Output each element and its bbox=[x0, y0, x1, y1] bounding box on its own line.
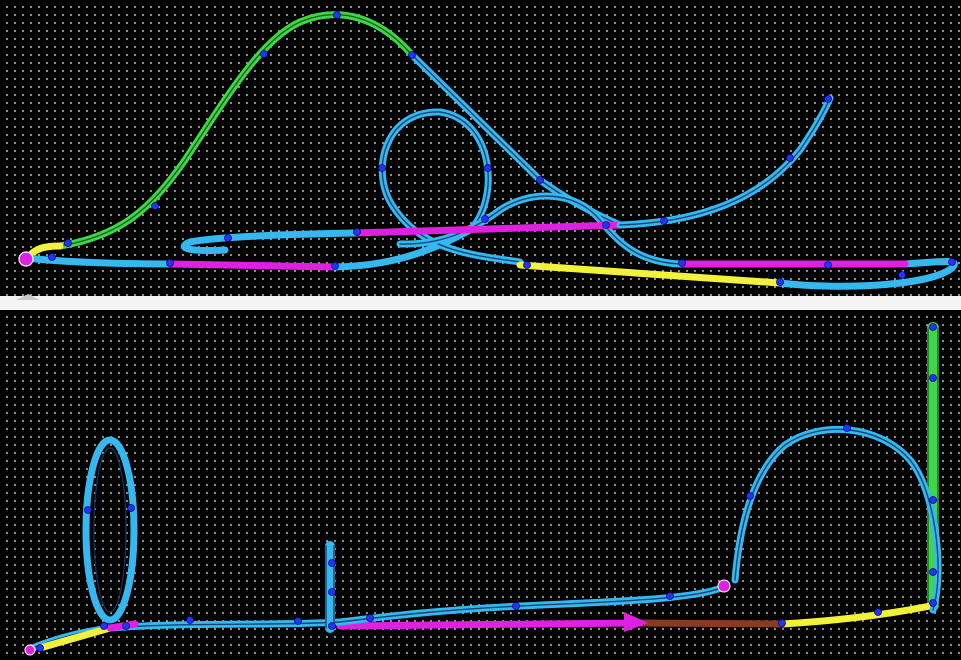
control-points-bottom[interactable] bbox=[36, 323, 937, 652]
control-point-icon[interactable] bbox=[660, 217, 668, 225]
control-point-icon[interactable] bbox=[151, 202, 159, 210]
control-point-icon[interactable] bbox=[333, 11, 341, 19]
control-point-icon[interactable] bbox=[64, 239, 72, 247]
control-point-icon[interactable] bbox=[929, 599, 937, 607]
control-point-icon[interactable] bbox=[929, 374, 937, 382]
control-point-icon[interactable] bbox=[328, 622, 336, 630]
control-point-icon[interactable] bbox=[512, 602, 520, 610]
boost-segment-low[interactable] bbox=[336, 619, 644, 630]
side-view-viewport[interactable] bbox=[0, 0, 961, 296]
control-point-icon[interactable] bbox=[666, 592, 674, 600]
control-point-icon[interactable] bbox=[48, 253, 56, 261]
control-point-icon[interactable] bbox=[929, 323, 937, 331]
control-point-icon[interactable] bbox=[122, 622, 130, 630]
control-point-icon[interactable] bbox=[948, 258, 956, 266]
control-point-icon[interactable] bbox=[602, 221, 610, 229]
control-point-icon[interactable] bbox=[778, 619, 786, 627]
control-point-icon[interactable] bbox=[127, 504, 135, 512]
control-point-icon[interactable] bbox=[366, 614, 374, 622]
control-point-icon[interactable] bbox=[260, 50, 268, 58]
control-point-icon[interactable] bbox=[353, 228, 361, 236]
control-point-icon[interactable] bbox=[100, 622, 108, 630]
control-point-icon[interactable] bbox=[166, 259, 174, 267]
control-point-icon[interactable] bbox=[484, 164, 492, 172]
control-point-icon[interactable] bbox=[536, 176, 544, 184]
train-marker-icon[interactable] bbox=[18, 251, 34, 267]
train-marker-icon[interactable] bbox=[24, 644, 36, 656]
control-point-icon[interactable] bbox=[328, 588, 336, 596]
boost-segment-mid[interactable] bbox=[351, 221, 624, 237]
control-point-icon[interactable] bbox=[481, 215, 489, 223]
control-point-icon[interactable] bbox=[378, 164, 386, 172]
top-view-track[interactable] bbox=[0, 310, 961, 660]
control-point-icon[interactable] bbox=[824, 95, 832, 103]
control-point-icon[interactable] bbox=[929, 568, 937, 576]
control-point-icon[interactable] bbox=[36, 644, 44, 652]
control-point-icon[interactable] bbox=[874, 608, 882, 616]
lift-hill-segment[interactable] bbox=[56, 11, 416, 250]
top-view-viewport[interactable] bbox=[0, 310, 961, 660]
launch-arrow-icon bbox=[624, 612, 648, 632]
control-point-icon[interactable] bbox=[294, 617, 302, 625]
control-point-icon[interactable] bbox=[224, 234, 232, 242]
control-point-icon[interactable] bbox=[746, 492, 754, 500]
brake-run-right[interactable] bbox=[516, 261, 784, 287]
boost-segment-low[interactable] bbox=[166, 260, 339, 271]
control-point-icon[interactable] bbox=[328, 559, 336, 567]
origin-marker-icon bbox=[16, 294, 40, 300]
control-point-icon[interactable] bbox=[84, 506, 92, 514]
brake-run-right[interactable] bbox=[778, 602, 934, 628]
control-point-icon[interactable] bbox=[929, 496, 937, 504]
station-segment[interactable] bbox=[636, 619, 786, 628]
control-point-icon[interactable] bbox=[898, 271, 906, 279]
control-point-icon[interactable] bbox=[786, 154, 794, 162]
right-rise-curve[interactable] bbox=[616, 94, 834, 229]
control-point-icon[interactable] bbox=[776, 278, 784, 286]
view-divider[interactable] bbox=[0, 296, 961, 310]
control-point-icon[interactable] bbox=[678, 259, 686, 267]
control-point-icon[interactable] bbox=[523, 261, 531, 269]
helix-return[interactable] bbox=[180, 229, 359, 254]
control-point-icon[interactable] bbox=[824, 261, 832, 269]
control-point-icon[interactable] bbox=[331, 262, 339, 270]
control-point-icon[interactable] bbox=[843, 424, 851, 432]
control-point-icon[interactable] bbox=[186, 616, 194, 624]
vertical-loop[interactable] bbox=[82, 436, 138, 624]
control-point-icon[interactable] bbox=[408, 51, 416, 59]
train-marker-icon[interactable] bbox=[717, 579, 731, 593]
side-view-track[interactable] bbox=[0, 0, 961, 296]
